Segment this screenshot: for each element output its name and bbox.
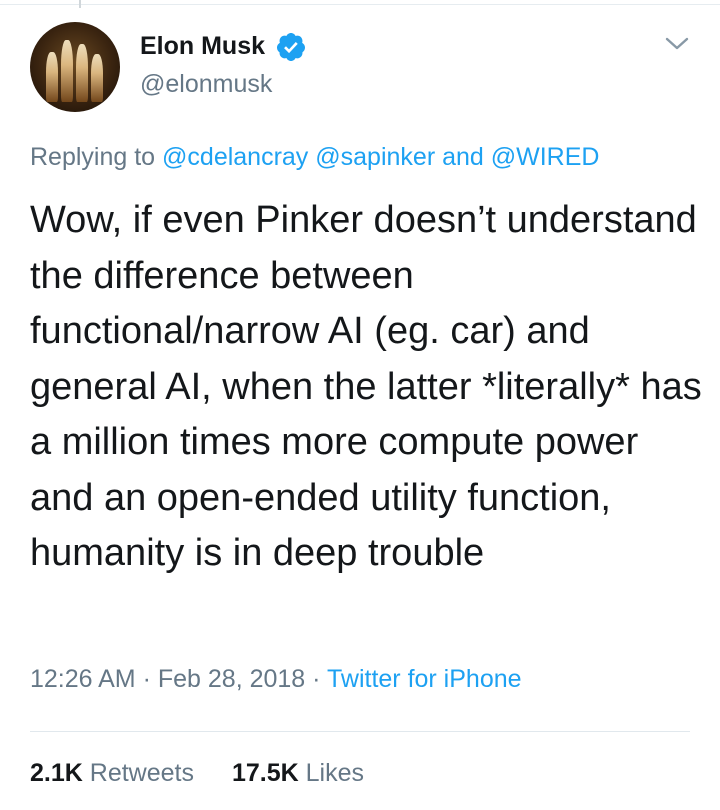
author-handle[interactable]: @elonmusk bbox=[140, 70, 272, 99]
tweet-date[interactable]: Feb 28, 2018 bbox=[158, 665, 305, 693]
meta-separator: · bbox=[142, 665, 151, 693]
chevron-down-icon[interactable] bbox=[664, 35, 690, 53]
tweet-stats: 2.1K Retweets 17.5K Likes bbox=[30, 759, 364, 788]
tweet-text: Wow, if even Pinker doesn’t understand t… bbox=[30, 199, 702, 574]
replying-to-label: Replying to bbox=[30, 143, 156, 171]
avatar[interactable] bbox=[30, 22, 120, 112]
mention-link-cdelancray[interactable]: @cdelancray bbox=[162, 143, 308, 171]
retweets-count: 2.1K bbox=[30, 759, 83, 787]
likes-count: 17.5K bbox=[231, 759, 299, 787]
author-name[interactable]: Elon Musk bbox=[140, 32, 265, 61]
stats-divider bbox=[30, 731, 690, 732]
mention-conjunction[interactable]: and bbox=[442, 143, 484, 171]
retweets-stat[interactable]: 2.1K Retweets bbox=[30, 759, 194, 787]
retweets-label: Retweets bbox=[89, 759, 194, 787]
thread-connector bbox=[79, 0, 81, 8]
replying-to: Replying to @cdelancray @sapinker and @W… bbox=[30, 143, 599, 172]
tweet-source-link[interactable]: Twitter for iPhone bbox=[327, 665, 522, 693]
likes-label: Likes bbox=[305, 759, 365, 787]
tweet-time[interactable]: 12:26 AM bbox=[30, 665, 136, 693]
top-divider bbox=[0, 0, 720, 5]
meta-separator: · bbox=[312, 665, 321, 693]
mention-link-sapinker[interactable]: @sapinker bbox=[315, 143, 435, 171]
likes-stat[interactable]: 17.5K Likes bbox=[232, 759, 364, 787]
mention-link-wired[interactable]: @WIRED bbox=[491, 143, 600, 171]
tweet-metadata: 12:26 AM · Feb 28, 2018 · Twitter for iP… bbox=[30, 665, 522, 694]
verified-badge-icon bbox=[276, 33, 305, 61]
